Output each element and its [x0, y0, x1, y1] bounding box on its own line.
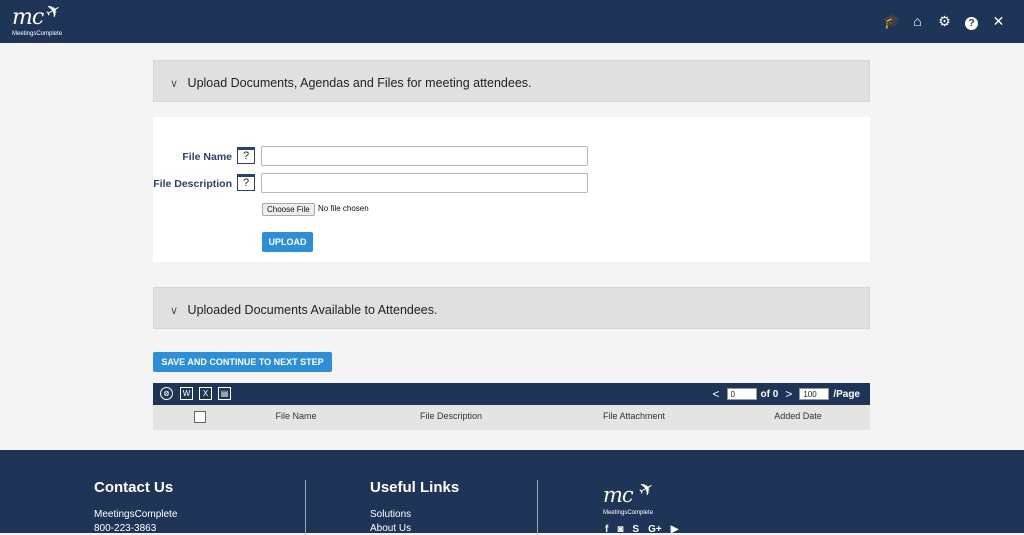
file-name-help-icon[interactable]: ? — [237, 147, 255, 164]
top-icons: 🎓 ⌂ ⚙ ? ✕ — [883, 12, 1006, 30]
plane-icon: ✈ — [634, 476, 658, 502]
no-file-text: No file chosen — [318, 204, 369, 213]
grid-toolbar: ⊗ W X ▤ < of 0 > /Page — [153, 383, 870, 405]
link-solutions[interactable]: Solutions — [370, 509, 411, 520]
graduation-cap-icon[interactable]: 🎓 — [883, 12, 900, 30]
prev-page-icon[interactable]: < — [710, 387, 723, 401]
file-description-label: File Description — [153, 178, 232, 190]
home-icon[interactable]: ⌂ — [910, 12, 925, 30]
column-file-name[interactable]: File Name — [256, 411, 336, 421]
file-description-input[interactable] — [261, 173, 588, 193]
pager: < of 0 > /Page — [710, 387, 861, 401]
footer-logo-tagline: MeetingsComplete — [603, 510, 654, 516]
word-export-icon[interactable]: W — [180, 387, 193, 400]
footer-divider — [305, 480, 306, 535]
social-links: f ◙ S G+ ▶ — [605, 524, 678, 535]
footer-logo-mark: mc — [603, 483, 634, 507]
page-count-text: of 0 — [760, 388, 779, 400]
chevron-down-icon: ∨ — [170, 305, 179, 317]
clear-filter-icon[interactable]: ⊗ — [160, 387, 173, 400]
uploaded-panel-title: Uploaded Documents Available to Attendee… — [187, 303, 438, 317]
close-icon[interactable]: ✕ — [991, 12, 1006, 30]
upload-button[interactable]: UPLOAD — [262, 232, 313, 252]
footer-logo: mc ✈ MeetingsComplete — [603, 477, 673, 523]
file-name-input[interactable] — [261, 146, 588, 166]
file-name-label: File Name — [182, 151, 232, 163]
page-size-input[interactable] — [799, 388, 830, 400]
logo-tagline: MeetingsComplete — [12, 31, 63, 37]
next-page-icon[interactable]: > — [782, 387, 795, 401]
app-logo[interactable]: mc ✈ MeetingsComplete — [10, 0, 80, 41]
logo-mark: mc — [12, 5, 44, 30]
top-bar: mc ✈ MeetingsComplete 🎓 ⌂ ⚙ ? ✕ — [0, 0, 1024, 43]
footer-divider — [537, 480, 538, 535]
print-icon[interactable]: ▤ — [218, 387, 231, 400]
gear-icon[interactable]: ⚙ — [937, 12, 952, 30]
google-plus-icon[interactable]: G+ — [648, 524, 662, 535]
upload-panel-title: Upload Documents, Agendas and Files for … — [187, 76, 532, 90]
contact-heading: Contact Us — [94, 479, 174, 496]
column-file-description[interactable]: File Description — [401, 411, 501, 421]
per-page-text: /Page — [833, 388, 860, 400]
grid-header-row: File Name File Description File Attachme… — [153, 405, 870, 430]
column-added-date[interactable]: Added Date — [758, 411, 838, 421]
skype-icon[interactable]: S — [632, 524, 639, 535]
page-number-input[interactable] — [726, 388, 757, 400]
upload-form: File Name ? File Description ? Choose Fi… — [153, 117, 870, 262]
contact-company: MeetingsComplete — [94, 509, 178, 520]
column-file-attachment[interactable]: File Attachment — [584, 411, 684, 421]
save-and-continue-button[interactable]: SAVE AND CONTINUE TO NEXT STEP — [153, 352, 332, 372]
link-about-us[interactable]: About Us — [370, 523, 411, 534]
chevron-down-icon: ∨ — [170, 78, 179, 90]
file-description-help-icon[interactable]: ? — [237, 174, 255, 191]
facebook-icon[interactable]: f — [605, 524, 608, 535]
uploaded-panel-header[interactable]: ∨ Uploaded Documents Available to Attend… — [153, 287, 870, 329]
help-icon[interactable]: ? — [964, 12, 979, 30]
footer: Contact Us MeetingsComplete 800-223-3863… — [0, 450, 1024, 535]
youtube-icon[interactable]: ▶ — [671, 524, 679, 535]
instagram-icon[interactable]: ◙ — [617, 524, 623, 535]
contact-phone[interactable]: 800-223-3863 — [94, 523, 156, 534]
select-all-checkbox[interactable] — [194, 411, 206, 423]
links-heading: Useful Links — [370, 479, 460, 496]
plane-icon: ✈ — [41, 0, 65, 24]
upload-panel-header[interactable]: ∨ Upload Documents, Agendas and Files fo… — [153, 60, 870, 102]
choose-file-button[interactable]: Choose File — [262, 203, 315, 216]
excel-export-icon[interactable]: X — [199, 387, 212, 400]
